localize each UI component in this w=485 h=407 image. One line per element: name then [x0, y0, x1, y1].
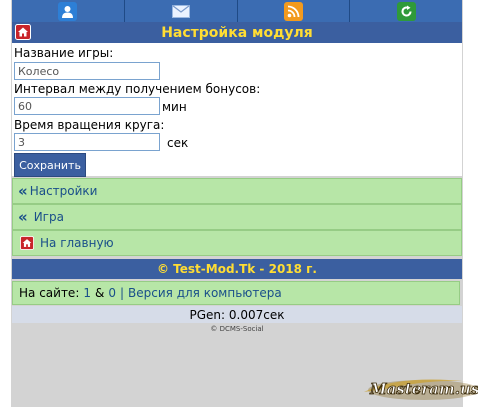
- top-nav: [12, 0, 462, 22]
- online-users-link[interactable]: 1: [83, 286, 91, 300]
- copyright-text: © Test-Mod.Tk - 2018 г.: [156, 262, 317, 276]
- bonus-interval-input[interactable]: [14, 97, 160, 115]
- rss-icon: [283, 1, 303, 21]
- engine-copyright: © DCMS-Social: [210, 325, 264, 333]
- svg-text:Masteram.us: Masteram.us: [369, 380, 478, 398]
- game-name-label: Название игры:: [14, 46, 114, 60]
- online-separator: |: [120, 286, 125, 300]
- page-generation-time: PGen: 0.007сек: [12, 306, 462, 323]
- mail-nav-button[interactable]: [124, 0, 238, 22]
- menu-item-settings[interactable]: « Настройки: [12, 178, 462, 204]
- save-button[interactable]: Сохранить: [14, 153, 86, 177]
- page-title: Настройка модуля: [161, 24, 313, 41]
- menu-item-game[interactable]: « Игра: [12, 204, 462, 230]
- menu-item-home[interactable]: На главную: [12, 230, 462, 256]
- online-guests-link[interactable]: 0: [108, 286, 116, 300]
- game-name-input[interactable]: [14, 62, 160, 80]
- rotation-time-unit: сек: [167, 136, 189, 150]
- rotation-time-input[interactable]: [14, 133, 160, 151]
- home-icon: [20, 236, 34, 250]
- watermark-logo: Masteram.us: [360, 372, 480, 402]
- copyright-bar: © Test-Mod.Tk - 2018 г.: [12, 259, 462, 279]
- menu-item-home-label: На главную: [40, 236, 114, 250]
- bonus-interval-unit: мин: [162, 100, 187, 114]
- module-title-bar: Настройка модуля: [12, 22, 462, 43]
- menu-item-settings-label: Настройки: [29, 184, 98, 198]
- mail-icon: [171, 2, 190, 21]
- online-bar: На сайте: 1 & 0 | Версия для компьютера: [12, 281, 460, 305]
- refresh-nav-button[interactable]: [350, 0, 462, 22]
- online-label: На сайте:: [19, 286, 80, 300]
- profile-nav-button[interactable]: [12, 0, 125, 22]
- pgen-text: PGen: 0.007сек: [189, 307, 285, 322]
- bonus-interval-label: Интервал между получением бонусов:: [14, 82, 261, 96]
- desktop-version-link[interactable]: Версия для компьютера: [128, 286, 282, 300]
- double-chevron-left-icon: «: [18, 208, 28, 226]
- rotation-time-label: Время вращения круга:: [14, 118, 165, 132]
- user-icon: [58, 1, 78, 21]
- online-amp: &: [95, 286, 105, 300]
- rss-nav-button[interactable]: [237, 0, 351, 22]
- double-chevron-left-icon: «: [18, 182, 28, 200]
- home-icon[interactable]: [15, 24, 31, 44]
- refresh-icon: [396, 1, 416, 21]
- settings-form: Название игры: Интервал между получением…: [12, 43, 462, 177]
- menu-item-game-label: Игра: [33, 210, 64, 224]
